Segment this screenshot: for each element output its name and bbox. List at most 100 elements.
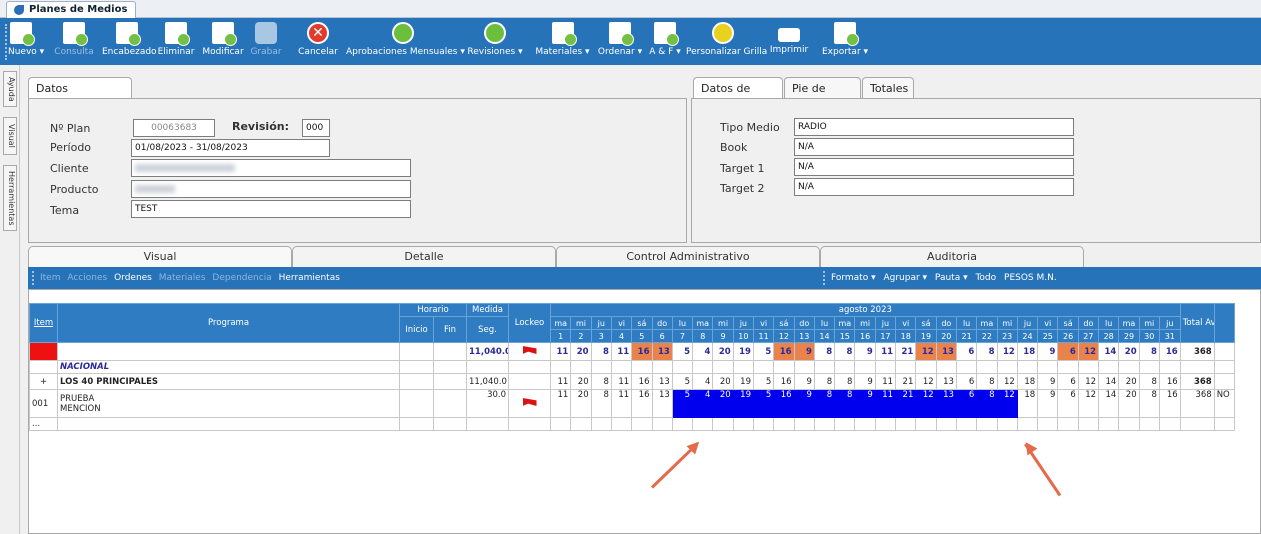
col-item[interactable]: Item [29, 303, 58, 343]
producto-field[interactable] [131, 180, 411, 198]
expand-toggle[interactable]: + [29, 373, 58, 390]
item-day-cell[interactable]: 8 [834, 389, 856, 418]
item-day-cell[interactable]: 13 [651, 389, 673, 418]
group-day-cell[interactable]: 12 [915, 373, 937, 390]
col-fin[interactable]: Fin [432, 316, 468, 343]
group-day-cell[interactable]: 4 [692, 373, 714, 390]
total-day-cell[interactable]: 12 [996, 342, 1018, 361]
new-row-cell[interactable] [671, 417, 694, 431]
cliente-field[interactable] [131, 159, 411, 177]
subbar-item[interactable]: Item [40, 273, 63, 283]
total-day-cell[interactable]: 20 [1118, 342, 1140, 361]
subbar-grip-left[interactable] [32, 271, 34, 285]
group-day-cell[interactable]: 9 [1037, 373, 1059, 390]
group-day-cell[interactable]: 20 [1118, 373, 1140, 390]
total-day-cell[interactable]: 8 [834, 342, 856, 361]
item-day-cell[interactable]: 13 [935, 389, 957, 418]
group-day-cell[interactable]: 8 [976, 373, 998, 390]
lockeo-flag-icon[interactable] [508, 342, 552, 361]
new-row-cell[interactable] [1158, 417, 1181, 431]
group-day-cell[interactable]: 5 [671, 373, 694, 390]
tab-visual[interactable]: Visual [28, 246, 292, 267]
tab-pie-pauta[interactable]: Pie de Pauta [784, 77, 861, 116]
new-row-cell[interactable] [1098, 417, 1120, 431]
subbar-ordenes[interactable]: Ordenes [114, 273, 155, 283]
new-row-cell[interactable] [651, 417, 673, 431]
item-day-cell[interactable]: 8 [976, 389, 998, 418]
tab-datos-principales[interactable]: Datos Principales [28, 77, 132, 116]
new-row-cell[interactable] [590, 417, 612, 431]
new-row-cell[interactable] [813, 417, 836, 431]
new-row-cell[interactable] [1138, 417, 1160, 431]
new-row-cell[interactable] [895, 417, 917, 431]
group-day-cell[interactable]: 16 [1158, 373, 1181, 390]
grid-custom-button[interactable]: Personalizar Grilla [686, 22, 767, 62]
new-row-cell[interactable] [915, 417, 937, 431]
total-day-cell[interactable]: 16 [631, 342, 653, 361]
total-day-cell[interactable]: 21 [895, 342, 917, 361]
new-row-cell[interactable] [466, 417, 510, 431]
total-day-cell[interactable]: 9 [854, 342, 876, 361]
side-tab-visual[interactable]: Visual [3, 117, 17, 155]
total-day-cell[interactable]: 11 [874, 342, 897, 361]
item-day-cell[interactable]: 5 [671, 389, 694, 418]
save-button[interactable]: Grabar [246, 22, 286, 62]
group-day-cell[interactable]: 14 [1098, 373, 1120, 390]
item-day-cell[interactable]: 16 [773, 389, 795, 418]
approve-button[interactable]: Aprobaciones Mensuales ▾ [346, 22, 465, 62]
toolbar-grip[interactable] [5, 24, 7, 60]
new-row-cell[interactable] [1213, 417, 1235, 431]
item-day-cell[interactable]: 5 [752, 389, 775, 418]
group-day-cell[interactable]: 9 [854, 373, 876, 390]
item-day-cell[interactable]: 20 [712, 389, 734, 418]
subbar-todo[interactable]: Todo [975, 273, 999, 283]
item-day-cell[interactable]: 18 [1016, 389, 1039, 418]
group-day-cell[interactable]: 20 [712, 373, 734, 390]
new-row-cell[interactable] [955, 417, 978, 431]
item-day-cell[interactable]: 9 [793, 389, 815, 418]
group-day-cell[interactable]: 6 [1057, 373, 1079, 390]
edit-button[interactable]: Modificar [200, 22, 246, 62]
new-row-cell[interactable] [1077, 417, 1100, 431]
item-day-cell[interactable]: 21 [895, 389, 917, 418]
group-day-cell[interactable]: 5 [752, 373, 775, 390]
total-day-cell[interactable]: 13 [651, 342, 673, 361]
total-day-cell[interactable]: 5 [671, 342, 694, 361]
side-tab-herramientas[interactable]: Herramientas [3, 165, 17, 231]
group-day-cell[interactable]: 11 [874, 373, 897, 390]
tipo-medio-field[interactable]: RADIO [794, 118, 1074, 136]
subbar-pauta[interactable]: Pauta ▾ [935, 273, 971, 283]
new-row-cell[interactable] [570, 417, 592, 431]
total-day-cell[interactable]: 19 [732, 342, 754, 361]
total-day-cell[interactable]: 11 [610, 342, 633, 361]
group-day-cell[interactable]: 21 [895, 373, 917, 390]
total-day-cell[interactable]: 8 [590, 342, 612, 361]
subbar-acciones[interactable]: Acciones [67, 273, 110, 283]
new-row-cell[interactable] [935, 417, 957, 431]
new-row-cell[interactable] [432, 417, 468, 431]
group-day-cell[interactable]: 9 [793, 373, 815, 390]
item-programa[interactable]: PRUEBA MENCION [57, 389, 400, 418]
item-day-cell[interactable]: 6 [955, 389, 978, 418]
new-row-cell[interactable] [57, 417, 400, 431]
total-day-cell[interactable]: 5 [752, 342, 775, 361]
total-day-cell[interactable]: 18 [1016, 342, 1039, 361]
total-day-cell[interactable]: 11 [550, 342, 572, 361]
group-day-cell[interactable]: 13 [935, 373, 957, 390]
app-tab-planes[interactable]: Planes de Medios [6, 1, 137, 18]
total-day-cell[interactable]: 14 [1098, 342, 1120, 361]
new-row-cell[interactable] [692, 417, 714, 431]
col-programa[interactable]: Programa [57, 303, 400, 343]
new-row-cell[interactable] [1179, 417, 1215, 431]
total-day-cell[interactable]: 9 [1037, 342, 1059, 361]
tab-auditoria[interactable]: Auditoria [820, 246, 1084, 267]
item-day-cell[interactable]: 16 [1158, 389, 1181, 418]
new-row-cell[interactable] [752, 417, 775, 431]
group-day-cell[interactable]: 12 [996, 373, 1018, 390]
new-row-cell[interactable] [508, 417, 552, 431]
item-day-cell[interactable]: 8 [590, 389, 612, 418]
group-day-cell[interactable]: 8 [1138, 373, 1160, 390]
group-day-cell[interactable]: 16 [773, 373, 795, 390]
materials-button[interactable]: Materiales ▾ [530, 22, 595, 62]
item-day-cell[interactable]: 20 [570, 389, 592, 418]
